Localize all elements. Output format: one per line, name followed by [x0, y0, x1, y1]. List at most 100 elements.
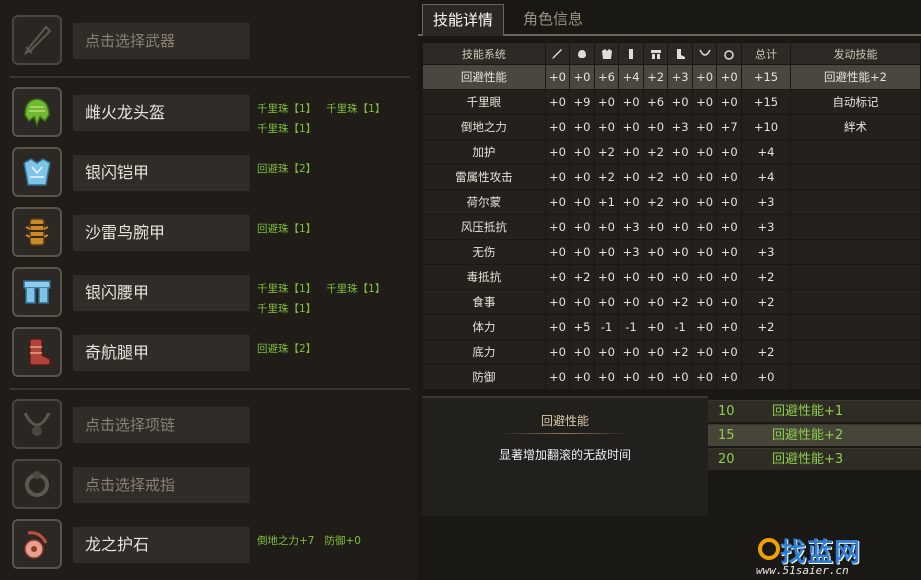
decoration: 回避珠【1】 — [257, 223, 317, 235]
charm-name: 龙之护石 — [73, 527, 250, 563]
level-effect: 回避性能+3 — [772, 452, 844, 467]
ring-slot-label: 点击选择戒指 — [73, 467, 250, 503]
charm-skill: 倒地之力+7 — [257, 535, 315, 547]
legs-slot[interactable]: 奇航腿甲 回避珠【2】 — [10, 327, 410, 381]
weapon-slot[interactable]: 点击选择武器 — [10, 15, 410, 69]
skill-total: +4 — [740, 164, 792, 190]
skill-total: +0 — [740, 364, 792, 390]
table-row[interactable]: 回避性能 +0 +0 +6 +4 +2 +3 +0 +0 +15 回避性能+2 — [422, 64, 921, 90]
table-row[interactable]: 千里眼 +0 +9 +0 +0 +6 +0 +0 +0 +15 自动标记 — [422, 89, 921, 115]
skill-points: +2 — [642, 164, 669, 190]
level-points: 10 — [718, 404, 735, 419]
skill-points: +0 — [667, 364, 693, 390]
watermark-logo-icon — [758, 538, 780, 560]
skill-points: +0 — [716, 189, 742, 215]
skill-name: 千里眼 — [422, 89, 546, 115]
skill-points: +0 — [618, 289, 644, 315]
skill-total: +3 — [740, 189, 792, 215]
skill-level-row: 15 回避性能+2 — [708, 424, 921, 446]
skill-points: +2 — [593, 139, 620, 165]
decoration: 千里珠【1】 — [257, 283, 317, 295]
table-row[interactable]: 毒抵抗 +0 +2 +0 +0 +0 +0 +0 +0 +2 — [422, 264, 921, 290]
waist-slot[interactable]: 银闪腰甲 千里珠【1】 千里珠【1】千里珠【1】 — [10, 267, 410, 321]
chest-slot[interactable]: 银闪铠甲 回避珠【2】 — [10, 147, 410, 201]
divider — [500, 433, 630, 434]
table-row[interactable]: 体力 +0 +5 -1 -1 +0 -1 +0 +0 +2 — [422, 314, 921, 340]
skill-name: 荷尔蒙 — [422, 189, 546, 215]
table-row[interactable]: 倒地之力 +0 +0 +0 +0 +0 +3 +0 +7 +10 絆术 — [422, 114, 921, 140]
skill-total: +10 — [740, 114, 792, 140]
arm-armor-name: 沙雷鸟腕甲 — [73, 215, 250, 251]
skill-points: +0 — [667, 189, 693, 215]
decoration: 千里珠【1】 — [257, 123, 317, 135]
table-row[interactable]: 防御 +0 +0 +0 +0 +0 +0 +0 +0 +0 — [422, 364, 921, 390]
table-row[interactable]: 雷属性攻击 +0 +0 +2 +0 +2 +0 +0 +0 +4 — [422, 164, 921, 190]
table-row[interactable]: 风压抵抗 +0 +0 +0 +3 +0 +0 +0 +0 +3 — [422, 214, 921, 240]
decoration: 千里珠【1】 — [326, 283, 386, 295]
table-row[interactable]: 荷尔蒙 +0 +0 +1 +0 +2 +0 +0 +0 +3 — [422, 189, 921, 215]
skill-points: +1 — [593, 189, 620, 215]
skill-points: +0 — [618, 114, 644, 140]
skill-points: +2 — [642, 64, 669, 90]
skill-points: +0 — [667, 89, 693, 115]
skill-total: +4 — [740, 139, 792, 165]
skill-points: +0 — [716, 64, 742, 90]
helmet-icon — [569, 42, 595, 65]
skill-points: +0 — [642, 264, 669, 290]
table-row[interactable]: 无伤 +0 +0 +0 +3 +0 +0 +0 +0 +3 — [422, 239, 921, 265]
skill-points: +0 — [667, 139, 693, 165]
skill-points: +0 — [691, 139, 718, 165]
tab-character[interactable]: 角色信息 — [508, 4, 598, 36]
weapon-icon — [544, 42, 571, 65]
skill-points: +9 — [569, 89, 595, 115]
skill-detail-title: 回避性能 — [540, 414, 589, 428]
skill-points: +0 — [544, 264, 571, 290]
tab-skills[interactable]: 技能详情 — [422, 4, 504, 36]
skill-levels: 10 回避性能+1 15 回避性能+2 20 回避性能+3 — [708, 400, 921, 472]
skill-points: -1 — [593, 314, 620, 340]
ring-slot[interactable]: 点击选择戒指 — [10, 459, 410, 513]
skill-points: +7 — [716, 114, 742, 140]
weapon-slot-icon — [12, 15, 62, 65]
skill-points: +0 — [691, 239, 718, 265]
skill-points: +0 — [667, 264, 693, 290]
skill-points: +0 — [593, 89, 620, 115]
skill-points: +0 — [544, 339, 571, 365]
skill-points: +0 — [667, 164, 693, 190]
activated-skill: 自动标记 — [790, 89, 921, 115]
skill-points: +2 — [642, 189, 669, 215]
activated-skill: 回避性能+2 — [790, 64, 921, 90]
arms-slot[interactable]: 沙雷鸟腕甲 回避珠【1】 — [10, 207, 410, 261]
skill-points: +0 — [569, 139, 595, 165]
charm-icon — [12, 519, 62, 569]
skill-detail: 回避性能 显著增加翻滚的无敌时间 — [422, 396, 708, 516]
table-row[interactable]: 食事 +0 +0 +0 +0 +0 +2 +0 +0 +2 — [422, 289, 921, 315]
necklace-slot[interactable]: 点击选择项链 — [10, 399, 410, 453]
skill-points: +3 — [618, 214, 644, 240]
skill-points: +0 — [593, 114, 620, 140]
skill-points: +5 — [569, 314, 595, 340]
skill-points: +0 — [569, 164, 595, 190]
chest-decorations: 回避珠【2】 — [257, 159, 407, 179]
skill-total: +2 — [740, 339, 792, 365]
skill-points: +2 — [642, 139, 669, 165]
charm-skill: 防御+0 — [324, 535, 361, 547]
arm-armor-icon — [12, 207, 62, 257]
skill-points: +0 — [716, 364, 742, 390]
skill-points: +6 — [593, 64, 620, 90]
skill-points: +0 — [642, 214, 669, 240]
table-row[interactable]: 加护 +0 +0 +2 +0 +2 +0 +0 +0 +4 — [422, 139, 921, 165]
skill-points: +0 — [691, 89, 718, 115]
level-effect: 回避性能+1 — [772, 404, 844, 419]
skill-points: +0 — [544, 314, 571, 340]
skill-name: 倒地之力 — [422, 114, 546, 140]
chest-armor-icon — [12, 147, 62, 197]
table-row[interactable]: 底力 +0 +0 +0 +0 +0 +2 +0 +0 +2 — [422, 339, 921, 365]
necklace-slot-icon — [12, 399, 62, 449]
charm-slot[interactable]: 龙之护石 倒地之力+7 防御+0 — [10, 519, 410, 573]
head-slot[interactable]: 雌火龙头盔 千里珠【1】 千里珠【1】千里珠【1】 — [10, 87, 410, 141]
skill-name: 雷属性攻击 — [422, 164, 546, 190]
level-effect: 回避性能+2 — [772, 428, 844, 443]
skills-panel: 技能详情 角色信息 技能系统 总计 发动技能 回避性能 +0 +0 +6 +4 +2 +3 +… — [418, 0, 921, 580]
skill-points: +0 — [544, 364, 571, 390]
